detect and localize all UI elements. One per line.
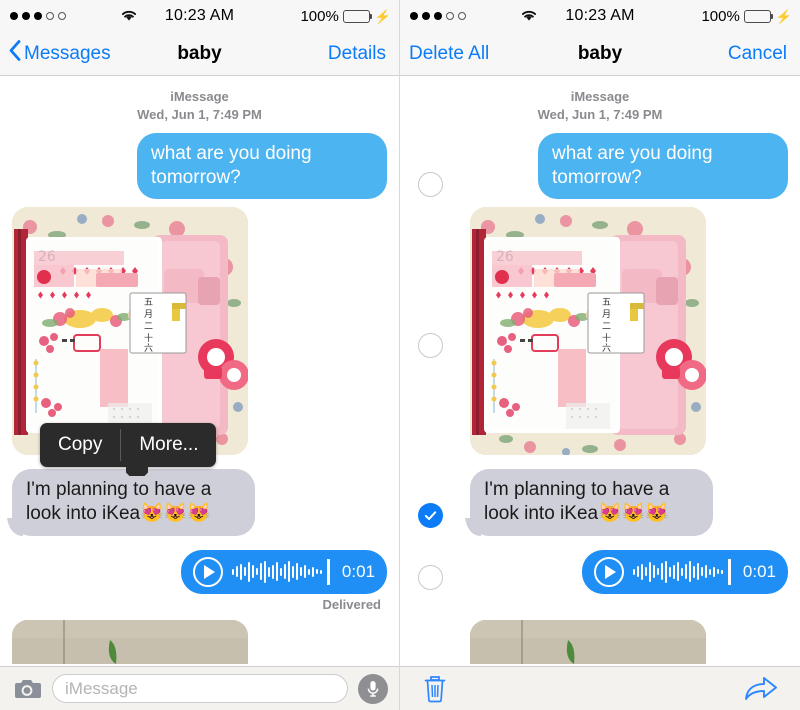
message-thread-right[interactable]: iMessage Wed, Jun 1, 7:49 PM what are yo… xyxy=(400,76,800,710)
selection-checkbox-message-4[interactable] xyxy=(418,565,443,590)
audio-duration-label: 0:01 xyxy=(742,561,776,581)
right-panel-selection-mode: 10:23 AM 100% ⚡ Delete All baby Cancel i… xyxy=(400,0,800,710)
forward-arrow-icon[interactable] xyxy=(744,676,778,702)
thread-meta-right: iMessage Wed, Jun 1, 7:49 PM xyxy=(400,88,800,123)
selection-toolbar xyxy=(400,666,800,710)
photo-attachment-partial[interactable] xyxy=(12,619,248,664)
battery-status-group: 100% ⚡ xyxy=(300,8,391,25)
battery-status-group: 100% ⚡ xyxy=(701,8,792,25)
svg-text:月: 月 xyxy=(144,309,153,320)
message-thread-left[interactable]: iMessage Wed, Jun 1, 7:49 PM what are yo… xyxy=(0,76,399,710)
audio-duration-label: 0:01 xyxy=(341,561,375,581)
message-row-photo-partial xyxy=(0,619,399,664)
audio-message-bubble[interactable]: 0:01 xyxy=(181,549,387,594)
context-menu-tail xyxy=(126,466,148,476)
play-icon[interactable] xyxy=(193,556,224,587)
partial-photo xyxy=(470,619,706,664)
delivery-status-label: Delivered xyxy=(322,596,381,612)
svg-text:二: 二 xyxy=(602,322,611,332)
battery-icon xyxy=(342,9,373,23)
message-bubble-outgoing-text[interactable]: what are you doing tomorrow? xyxy=(137,133,387,200)
checkmark-icon xyxy=(424,511,437,521)
svg-text:五: 五 xyxy=(144,298,153,308)
context-menu-more[interactable]: More... xyxy=(121,423,216,467)
context-menu-copy[interactable]: Copy xyxy=(40,423,120,467)
message-row-incoming-text: I'm planning to have a look into iKea😻😻😻 xyxy=(0,469,399,536)
message-bubble-incoming-text[interactable]: I'm planning to have a look into iKea😻😻😻 xyxy=(7,469,255,536)
message-row-incoming-text: I'm planning to have a look into iKea😻😻😻 xyxy=(400,469,800,536)
svg-text:十: 十 xyxy=(602,332,611,344)
svg-text:六: 六 xyxy=(602,342,611,354)
service-label: iMessage xyxy=(170,89,229,104)
selection-checkbox-message-2[interactable] xyxy=(418,333,443,358)
pink-planner-photo: 26 xyxy=(12,207,248,456)
left-panel-conversation: 10:23 AM 100% ⚡ Messages baby Details iM… xyxy=(0,0,400,710)
battery-percent-label: 100% xyxy=(701,7,740,25)
svg-text:五: 五 xyxy=(602,298,611,308)
play-icon[interactable] xyxy=(594,556,625,587)
status-bar-left: 10:23 AM 100% ⚡ xyxy=(0,0,399,32)
details-button[interactable]: Details xyxy=(328,43,386,65)
compose-toolbar: iMessage xyxy=(0,666,399,710)
thread-timestamp: Wed, Jun 1, 7:49 PM xyxy=(137,106,262,122)
microphone-icon[interactable] xyxy=(358,673,388,704)
partial-photo xyxy=(12,619,248,664)
message-row-photo: 26 xyxy=(400,207,800,456)
status-bar-right: 10:23 AM 100% ⚡ xyxy=(400,0,800,32)
lightning-bolt-icon: ⚡ xyxy=(775,8,792,24)
message-bubble-incoming-text[interactable]: I'm planning to have a look into iKea😻😻😻 xyxy=(465,469,713,536)
lightning-bolt-icon: ⚡ xyxy=(374,8,391,24)
svg-text:月: 月 xyxy=(602,309,611,320)
message-row-audio: 0:01 xyxy=(400,549,800,594)
bubble-tail-left xyxy=(465,517,481,536)
svg-text:二: 二 xyxy=(144,322,153,332)
thread-meta-left: iMessage Wed, Jun 1, 7:49 PM xyxy=(0,88,399,123)
photo-attachment[interactable]: 26 xyxy=(470,207,706,456)
message-context-menu: Copy More... xyxy=(40,423,217,467)
svg-text:六: 六 xyxy=(144,342,153,354)
message-row-outgoing-text: what are you doing tomorrow? xyxy=(0,133,399,200)
nav-bar-right: Delete All baby Cancel xyxy=(400,32,800,76)
audio-waveform xyxy=(633,558,734,585)
service-label: iMessage xyxy=(570,89,630,104)
cancel-button[interactable]: Cancel xyxy=(728,43,787,65)
message-bubble-outgoing-text[interactable]: what are you doing tomorrow? xyxy=(538,133,788,200)
svg-text:十: 十 xyxy=(144,332,153,344)
battery-percent-label: 100% xyxy=(300,7,339,25)
battery-icon xyxy=(743,9,774,23)
message-row-photo-partial xyxy=(400,619,800,664)
thread-timestamp: Wed, Jun 1, 7:49 PM xyxy=(537,106,663,122)
bubble-tail-left xyxy=(7,517,23,536)
camera-icon[interactable] xyxy=(12,677,42,701)
photo-attachment-partial[interactable] xyxy=(470,619,706,664)
trash-icon[interactable] xyxy=(422,674,448,704)
message-row-outgoing-text: what are you doing tomorrow? xyxy=(400,133,800,200)
message-row-audio: 0:01 xyxy=(0,549,399,594)
selection-checkbox-message-3[interactable] xyxy=(418,503,443,528)
pink-planner-photo: 26 xyxy=(470,207,706,456)
photo-attachment[interactable]: 26 xyxy=(12,207,248,456)
messages-dual-panel-screen: 10:23 AM 100% ⚡ Messages baby Details iM… xyxy=(0,0,800,710)
selection-checkbox-message-1[interactable] xyxy=(418,172,443,197)
audio-message-bubble[interactable]: 0:01 xyxy=(582,549,788,594)
nav-bar-left: Messages baby Details xyxy=(0,32,399,76)
message-row-photo: 26 xyxy=(0,207,399,456)
audio-waveform xyxy=(232,558,333,585)
message-input[interactable]: iMessage xyxy=(52,674,348,703)
